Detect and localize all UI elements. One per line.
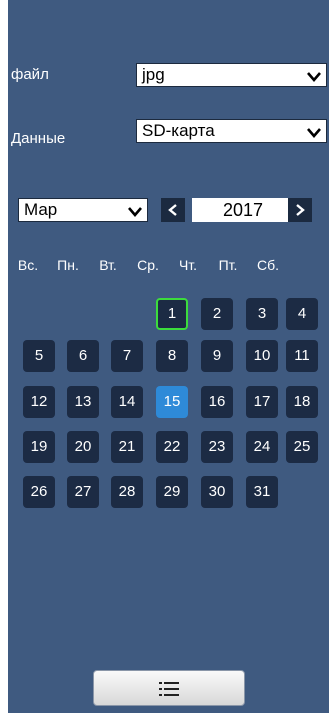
day-24[interactable]: 24 <box>246 431 278 463</box>
weekday-thu: Чт. <box>178 257 198 273</box>
next-year-button[interactable] <box>288 198 312 222</box>
day-31[interactable]: 31 <box>246 476 278 508</box>
weekday-sun: Вс. <box>17 257 39 273</box>
day-27[interactable]: 27 <box>67 476 99 508</box>
day-13[interactable]: 13 <box>67 386 99 418</box>
file-type-value: jpg <box>142 65 165 84</box>
weekday-sat: Сб. <box>256 257 280 273</box>
chevron-down-icon <box>127 203 143 217</box>
chevron-down-icon <box>306 68 322 82</box>
day-29[interactable]: 29 <box>156 476 188 508</box>
day-6[interactable]: 6 <box>67 340 99 372</box>
month-value: Мар <box>24 200 58 219</box>
chevron-left-icon <box>168 204 177 216</box>
day-15[interactable]: 15 <box>156 386 188 418</box>
day-3[interactable]: 3 <box>246 298 278 330</box>
day-1[interactable]: 1 <box>156 298 188 330</box>
prev-year-button[interactable] <box>161 198 185 222</box>
data-source-value: SD-карта <box>142 121 215 140</box>
day-7[interactable]: 7 <box>111 340 143 372</box>
chevron-right-icon <box>296 204 305 216</box>
file-type-select[interactable]: jpg <box>136 63 327 87</box>
chevron-down-icon <box>306 124 322 138</box>
day-11[interactable]: 11 <box>286 340 318 372</box>
file-type-label: файл <box>11 66 49 83</box>
day-2[interactable]: 2 <box>201 298 233 330</box>
day-30[interactable]: 30 <box>201 476 233 508</box>
data-source-select[interactable]: SD-карта <box>136 119 327 143</box>
calendar-panel: файл jpg Данные SD-карта Мар 2017 Вс. Пн… <box>8 0 329 713</box>
day-18[interactable]: 18 <box>286 386 318 418</box>
day-14[interactable]: 14 <box>111 386 143 418</box>
day-19[interactable]: 19 <box>23 431 55 463</box>
day-26[interactable]: 26 <box>23 476 55 508</box>
day-17[interactable]: 17 <box>246 386 278 418</box>
list-icon <box>159 682 179 696</box>
day-21[interactable]: 21 <box>111 431 143 463</box>
day-28[interactable]: 28 <box>111 476 143 508</box>
weekday-tue: Вт. <box>99 257 117 273</box>
weekday-mon: Пн. <box>57 257 79 273</box>
day-25[interactable]: 25 <box>286 431 318 463</box>
day-20[interactable]: 20 <box>67 431 99 463</box>
day-10[interactable]: 10 <box>246 340 278 372</box>
month-select[interactable]: Мар <box>18 198 148 222</box>
data-source-label: Данные <box>11 130 66 147</box>
day-16[interactable]: 16 <box>201 386 233 418</box>
day-22[interactable]: 22 <box>156 431 188 463</box>
day-9[interactable]: 9 <box>201 340 233 372</box>
weekday-wed: Ср. <box>137 257 159 273</box>
weekday-fri: Пт. <box>218 257 238 273</box>
day-23[interactable]: 23 <box>201 431 233 463</box>
day-4[interactable]: 4 <box>286 298 318 330</box>
day-5[interactable]: 5 <box>23 340 55 372</box>
day-12[interactable]: 12 <box>23 386 55 418</box>
file-list-button[interactable] <box>93 670 245 706</box>
year-display: 2017 <box>192 198 294 222</box>
day-8[interactable]: 8 <box>156 340 188 372</box>
